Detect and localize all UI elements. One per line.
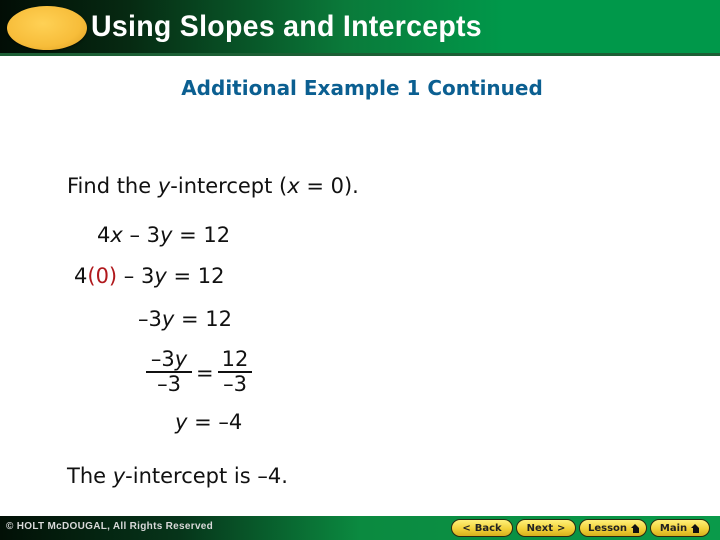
equation-step-2: 4(0) – 3y = 12: [74, 264, 224, 288]
instruction-var: y: [157, 174, 171, 198]
example-subtitle: Additional Example 1 Continued: [181, 76, 543, 100]
step2-coef: 4: [74, 264, 88, 288]
instruction-post: = 0).: [299, 174, 359, 198]
step5-rhs: = –4: [187, 410, 243, 434]
step1-x: x: [110, 223, 123, 247]
instruction-mid: -intercept (: [170, 174, 288, 198]
main-button[interactable]: Main: [650, 519, 710, 537]
fraction-right-denominator: –3: [223, 372, 247, 396]
equation-step-5: y = –4: [175, 410, 242, 434]
equation-step-3: –3y = 12: [138, 307, 232, 331]
home-icon: [631, 523, 639, 533]
back-label: Back: [474, 522, 502, 534]
instruction-pre: Find the: [67, 174, 158, 198]
header-title: Using Slopes and Intercepts: [91, 10, 482, 43]
step1-y: y: [160, 223, 173, 247]
instruction-text: Find the y-intercept (x = 0).: [67, 174, 359, 198]
conclusion-post: -intercept is –4.: [125, 464, 288, 488]
step2-y: y: [154, 264, 167, 288]
fraction-left: –3y –3: [146, 349, 192, 395]
step3-coef: –3: [138, 307, 162, 331]
fraction-right: 12 –3: [218, 349, 252, 395]
instruction-var2: x: [287, 174, 300, 198]
fraction-left-numerator: –3y: [150, 347, 188, 371]
navigation-buttons: < Back Next > Lesson Main: [451, 519, 710, 537]
fraction-left-denominator: –3: [157, 372, 181, 396]
conclusion-pre: The: [67, 464, 113, 488]
step1-rhs: = 12: [172, 223, 231, 247]
next-label: Next: [526, 522, 553, 534]
step2-substitution: (0): [87, 264, 118, 288]
step2-mid: – 3: [117, 264, 155, 288]
home-icon: [691, 523, 700, 533]
step3-rhs: = 12: [174, 307, 232, 331]
next-button[interactable]: Next >: [516, 519, 576, 537]
conclusion-text: The y-intercept is –4.: [67, 464, 288, 488]
logo-oval: [7, 6, 87, 50]
fraction-equals: =: [196, 361, 214, 385]
header-bar: Using Slopes and Intercepts: [0, 0, 720, 56]
equation-step-1: 4x – 3y = 12: [97, 223, 230, 247]
conclusion-var: y: [112, 464, 126, 488]
main-label: Main: [659, 522, 688, 534]
lesson-label: Lesson: [588, 522, 628, 534]
step2-rhs: = 12: [166, 264, 225, 288]
footer-bar: © HOLT McDOUGAL, All Rights Reserved < B…: [0, 516, 720, 540]
step3-y: y: [161, 307, 175, 331]
step1-coef: 4: [97, 223, 111, 247]
chevron-left-icon: <: [462, 522, 471, 534]
lesson-button[interactable]: Lesson: [579, 519, 647, 537]
step5-y: y: [175, 410, 188, 434]
fraction-right-numerator: 12: [221, 347, 249, 371]
chevron-right-icon: >: [557, 522, 566, 534]
copyright-text: © HOLT McDOUGAL, All Rights Reserved: [6, 521, 214, 532]
back-button[interactable]: < Back: [451, 519, 513, 537]
step1-mid: – 3: [122, 223, 161, 247]
